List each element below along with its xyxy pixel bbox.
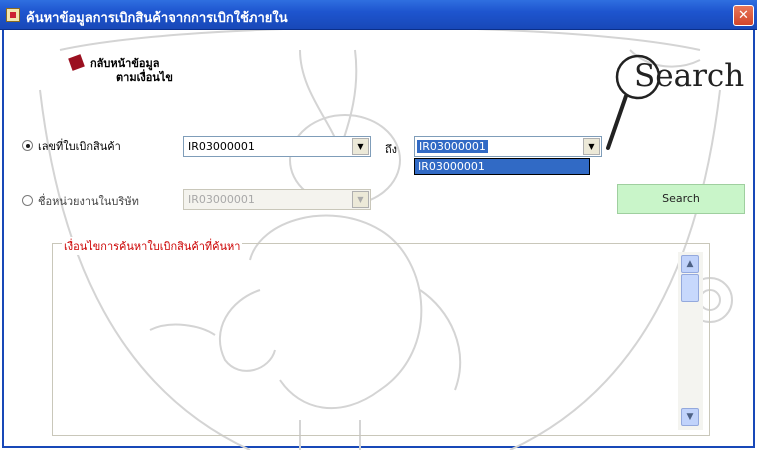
radio-by-number[interactable] (22, 140, 33, 151)
search-logo: Search (598, 52, 748, 157)
scroll-thumb[interactable] (681, 274, 699, 302)
department-value: IR03000001 (188, 193, 255, 206)
chevron-down-icon[interactable]: ▼ (352, 138, 369, 155)
close-button[interactable]: ✕ (733, 5, 754, 26)
chevron-down-icon[interactable]: ▼ (681, 408, 699, 426)
results-groupbox (52, 243, 710, 436)
chevron-down-icon: ▼ (352, 191, 369, 208)
dropdown-option[interactable]: IR03000001 (418, 160, 485, 173)
window-title: ค้นหาข้อมูลการเบิกสินค้าจากการเบิกใช้ภาย… (26, 11, 288, 26)
chevron-down-icon[interactable]: ▼ (583, 138, 600, 155)
from-number-value: IR03000001 (188, 140, 255, 153)
to-number-combo[interactable]: IR03000001 ▼ (414, 136, 602, 157)
search-button[interactable]: Search (617, 184, 745, 214)
department-combo: IR03000001 ▼ (183, 189, 371, 210)
back-link-line2: ตามเงื่อนไข (116, 71, 173, 84)
chevron-up-icon[interactable]: ▲ (681, 255, 699, 273)
title-bar: ค้นหาข้อมูลการเบิกสินค้าจากการเบิกใช้ภาย… (0, 0, 757, 30)
from-number-combo[interactable]: IR03000001 ▼ (183, 136, 371, 157)
app-icon (6, 8, 20, 22)
radio-by-number-label[interactable]: เลขที่ใบเบิกสินค้า (38, 137, 121, 155)
radio-by-department[interactable] (22, 195, 33, 206)
results-scrollbar[interactable]: ▲ ▼ (678, 252, 703, 430)
results-legend: เงื่อนไขการค้นหาใบเบิกสินค้าที่ค้นหา (62, 237, 243, 255)
radio-by-department-label[interactable]: ชื่อหน่วยงานในบริษัท (38, 192, 139, 210)
to-label: ถึง (385, 143, 398, 156)
to-number-value: IR03000001 (417, 140, 488, 153)
to-number-dropdown-list: IR03000001 (414, 158, 590, 175)
search-logo-text: Search (634, 58, 745, 94)
